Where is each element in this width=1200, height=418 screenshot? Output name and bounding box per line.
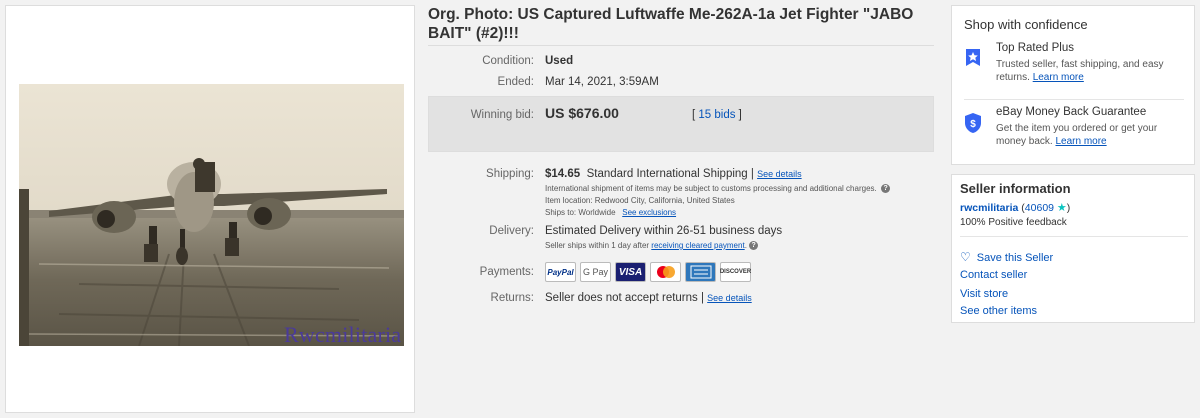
see-exclusions-link[interactable]: See exclusions xyxy=(622,208,676,217)
top-rated-text: Trusted seller, fast shipping, and easy … xyxy=(996,58,1184,84)
heart-icon: ♡ xyxy=(960,250,971,264)
cleared-payment-link[interactable]: receiving cleared payment xyxy=(651,241,744,250)
condition-value: Used xyxy=(545,55,574,67)
item-photo[interactable] xyxy=(19,84,404,346)
payment-methods: PayPal G Pay VISA DISCOVER xyxy=(545,262,751,282)
help-icon[interactable]: ? xyxy=(749,241,759,251)
confidence-title: Shop with confidence xyxy=(964,17,1088,32)
paypal-icon: PayPal xyxy=(545,262,576,282)
returns-value: Seller does not accept returns | See det… xyxy=(545,292,752,304)
feedback-score-link[interactable]: 40609 xyxy=(1025,202,1054,214)
visa-icon: VISA xyxy=(615,262,646,282)
save-seller-link[interactable]: ♡ Save this Seller xyxy=(960,250,1053,264)
bids-link[interactable]: 15 bids xyxy=(698,109,735,121)
winning-bid-label: Winning bid: xyxy=(470,109,534,121)
shipping-value: $14.65 Standard International Shipping |… xyxy=(545,168,802,180)
returns-label: Returns: xyxy=(490,292,534,304)
see-other-items-link[interactable]: See other items xyxy=(960,305,1037,317)
bid-count: [ 15 bids ] xyxy=(692,109,742,121)
visit-store-link[interactable]: Visit store xyxy=(960,288,1008,300)
seller-divider xyxy=(960,236,1188,237)
confidence-divider xyxy=(964,99,1184,100)
ended-label: Ended: xyxy=(497,76,534,88)
contact-seller-link[interactable]: Contact seller xyxy=(960,269,1027,281)
shipping-details-link[interactable]: See details xyxy=(757,169,802,179)
learn-more-link[interactable]: Learn more xyxy=(1033,72,1084,83)
money-back-text: Get the item you ordered or get your mon… xyxy=(996,122,1184,148)
listing-details: Org. Photo: US Captured Luftwaffe Me-262… xyxy=(428,0,936,418)
google-pay-icon: G Pay xyxy=(580,262,611,282)
condition-label: Condition: xyxy=(482,55,534,67)
delivery-value: Estimated Delivery within 26-51 business… xyxy=(545,225,783,237)
customs-note-text: International shipment of items may be s… xyxy=(545,184,877,193)
item-location: Item location: Redwood City, California,… xyxy=(545,196,735,205)
shop-with-confidence-card: Shop with confidence Top Rated Plus Trus… xyxy=(951,5,1195,165)
returns-text: Seller does not accept returns | xyxy=(545,292,704,304)
top-rated-icon xyxy=(964,48,982,68)
delivery-note-text: Seller ships within 1 day after xyxy=(545,241,650,250)
winning-bid-value: US $676.00 xyxy=(545,105,619,121)
photo-watermark: Rwcmilitaria xyxy=(284,322,402,347)
save-seller-label: Save this Seller xyxy=(976,252,1054,264)
ships-to: Ships to: Worldwide See exclusions xyxy=(545,208,676,217)
discover-icon: DISCOVER xyxy=(720,262,751,282)
shipping-customs-note: International shipment of items may be s… xyxy=(545,184,891,194)
returns-details-link[interactable]: See details xyxy=(707,293,752,303)
listing-title: Org. Photo: US Captured Luftwaffe Me-262… xyxy=(428,6,914,42)
mastercard-icon xyxy=(650,262,681,282)
delivery-note: Seller ships within 1 day after receivin… xyxy=(545,241,759,251)
feedback-paren-close: ) xyxy=(1066,202,1071,214)
delivery-label: Delivery: xyxy=(489,225,534,237)
learn-more-link[interactable]: Learn more xyxy=(1055,136,1106,147)
winning-bid-box xyxy=(428,96,934,152)
delivery-note-period: . xyxy=(744,241,747,250)
seller-information-card: Seller information rwcmilitaria (40609 ★… xyxy=(951,174,1195,323)
money-back-heading: eBay Money Back Guarantee xyxy=(996,106,1147,118)
help-icon[interactable]: ? xyxy=(881,184,891,194)
seller-name-link[interactable]: rwcmilitaria xyxy=(960,202,1018,214)
positive-feedback: 100% Positive feedback xyxy=(960,217,1067,228)
shipping-price: $14.65 xyxy=(545,168,581,180)
feedback-star-icon: ★ xyxy=(1056,202,1067,214)
shipping-method: Standard International Shipping | xyxy=(586,168,754,180)
ended-value: Mar 14, 2021, 3:59AM xyxy=(545,76,659,88)
payments-label: Payments: xyxy=(479,266,534,278)
seller-name-row: rwcmilitaria (40609 ★) xyxy=(960,201,1070,214)
svg-text:$: $ xyxy=(970,119,976,130)
top-rated-heading: Top Rated Plus xyxy=(996,42,1074,54)
title-divider xyxy=(428,45,934,46)
shipping-label: Shipping: xyxy=(486,168,534,180)
money-back-shield-icon: $ xyxy=(964,112,982,133)
bids-bracket-close: ] xyxy=(735,109,742,121)
ships-to-text: Ships to: Worldwide xyxy=(545,208,616,217)
item-photo-panel: Rwcmilitaria xyxy=(5,5,415,413)
seller-title: Seller information xyxy=(960,181,1071,196)
amex-icon xyxy=(685,262,716,282)
